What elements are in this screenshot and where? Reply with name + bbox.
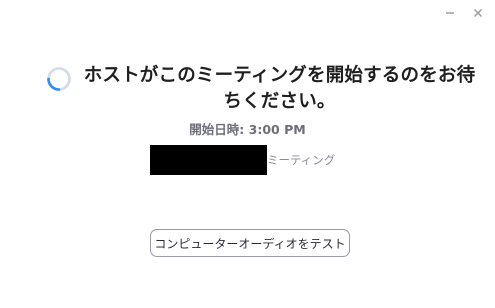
minimize-button[interactable] [443,6,457,20]
redacted-meeting-name [150,145,267,175]
loading-spinner-icon [46,66,72,92]
meeting-start-time: 開始日時: 3:00 PM [189,122,306,137]
minimize-icon [446,12,454,14]
meeting-topic-suffix: ミーティング [267,153,336,167]
close-button[interactable] [471,6,485,20]
window-controls [443,6,485,20]
close-icon [474,9,482,17]
waiting-for-host-message: ホストがこのミーティングを開始するのをお待ちください。 [83,65,476,112]
meeting-topic: ミーティング [150,145,335,175]
test-computer-audio-button[interactable]: コンピューターオーディオをテスト [150,229,350,257]
